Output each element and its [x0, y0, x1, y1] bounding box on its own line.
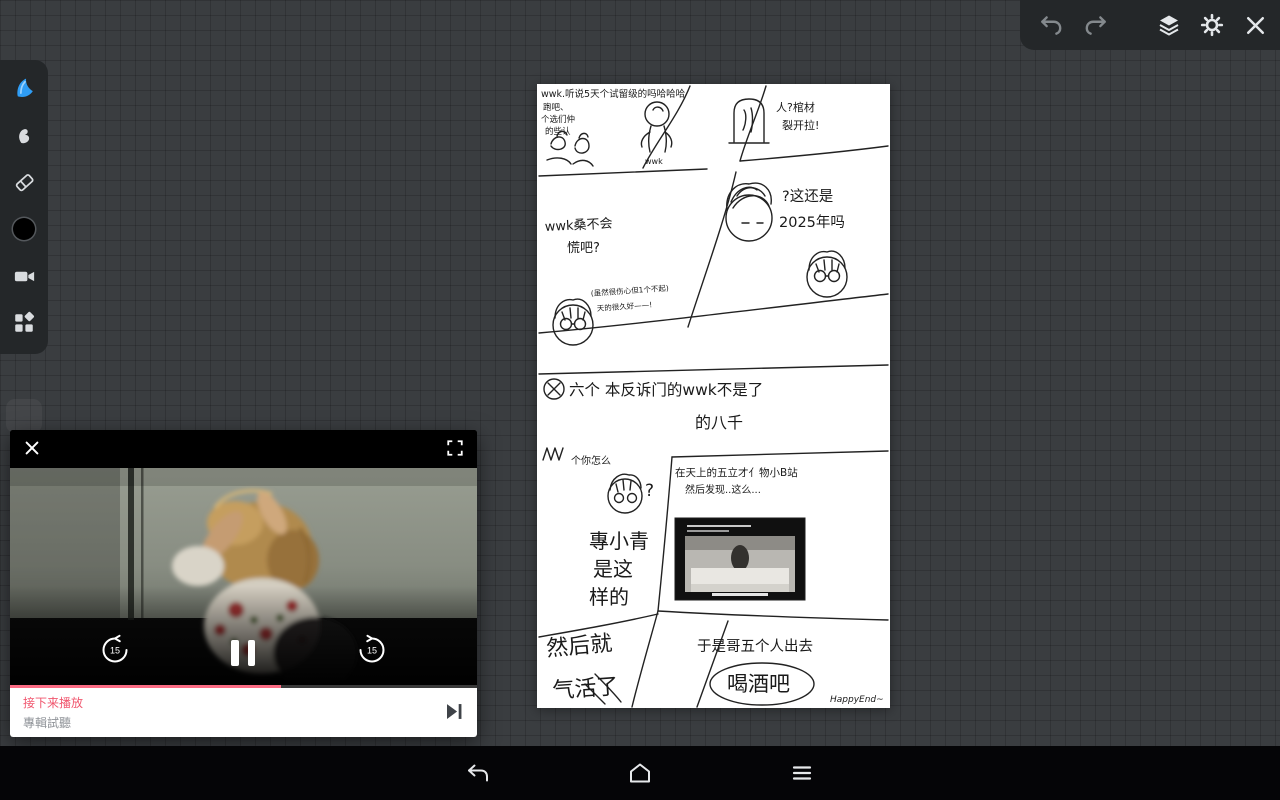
up-next-title: 專輯試聽: [23, 716, 72, 730]
comic-text: 慌吧?: [567, 241, 600, 256]
collapsed-panel[interactable]: [6, 399, 42, 433]
forward-15-icon: 15: [359, 634, 385, 663]
back-icon: [468, 764, 488, 782]
comic-text: ?这还是: [782, 188, 833, 205]
pause-bar: [231, 640, 239, 666]
comic-text: 在天上的五立才亻物小B站: [675, 466, 798, 479]
pip-close-button[interactable]: [23, 439, 41, 460]
home-button[interactable]: [627, 760, 653, 786]
video-camera-icon: [14, 271, 34, 281]
up-next-label: 接下来播放: [23, 696, 84, 710]
comic-text: 的些认: [545, 126, 571, 137]
drawing-canvas[interactable]: wwk.听说5天个试留级的吗哈哈哈 跑吧、 个选们仲 的些认 wwk 人?棺材 …: [537, 84, 890, 708]
record-tool-button[interactable]: [10, 262, 38, 290]
doodle-glasses-face: [806, 250, 848, 298]
video-player-window[interactable]: 15 15 接下来播放 專輯試聽: [10, 430, 477, 737]
doodle-messy-hair-head: [725, 182, 773, 242]
layers-icon: [1159, 15, 1179, 36]
eraser-tool-button[interactable]: [10, 168, 38, 196]
comic-text: 2025年吗: [779, 214, 845, 231]
comic-text: 人?棺材: [776, 100, 815, 114]
smudge-icon: [19, 129, 30, 144]
menu-icon: [792, 766, 812, 780]
video-frame[interactable]: 15 15: [10, 468, 477, 685]
up-next-bar: 接下来播放 專輯試聽: [10, 688, 477, 737]
comic-text: wwk: [645, 157, 663, 166]
gear-icon: [1200, 13, 1224, 37]
home-icon: [630, 763, 650, 783]
settings-button[interactable]: [1200, 11, 1224, 39]
comic-text: 是这: [593, 557, 633, 581]
doodle-tombstone: [728, 98, 770, 144]
layers-button[interactable]: [1157, 11, 1181, 39]
recents-button[interactable]: [789, 760, 815, 786]
undo-icon: [1041, 16, 1062, 35]
redo-icon: [1085, 16, 1106, 35]
comic-text: ?: [645, 481, 654, 501]
widgets-icon: [15, 311, 35, 332]
back-button[interactable]: [465, 760, 491, 786]
comic-text: 个你怎么: [571, 454, 611, 467]
forward-15-button[interactable]: 15: [356, 634, 388, 669]
comic-text: (虽然很伤心但1个不起): [590, 283, 669, 298]
doodle-x-circle: [543, 378, 565, 400]
comic-text: 然后就: [545, 631, 613, 662]
pip-fullscreen-button[interactable]: [446, 439, 464, 460]
smudge-tool-button[interactable]: [10, 121, 38, 149]
skip-next-icon: [447, 703, 462, 719]
undo-button[interactable]: [1038, 11, 1064, 39]
skip-next-button[interactable]: [447, 703, 464, 722]
eraser-icon: [15, 173, 34, 191]
doodle-squiggle: [542, 447, 564, 461]
comic-top-caption: wwk.听说5天个试留级的吗哈哈哈: [541, 88, 686, 100]
svg-text:15: 15: [110, 646, 120, 656]
comic-text: 喝酒吧: [727, 672, 790, 696]
redo-button[interactable]: [1083, 11, 1109, 39]
tool-sidebar: [0, 60, 48, 354]
widgets-tool-button[interactable]: [10, 309, 38, 337]
up-next-texts: 接下来播放 專輯試聽: [23, 694, 83, 731]
comic-text: wwk桑不会: [544, 216, 612, 235]
brush-logo-icon: [16, 78, 33, 97]
comic-text: 于是哥五个人出去: [697, 638, 813, 655]
comic-drawing: wwk.听说5天个试留级的吗哈哈哈 跑吧、 个选们仲 的些认 wwk 人?棺材 …: [538, 85, 889, 708]
doodle-question-face: [607, 473, 643, 514]
video-player-topbar: [10, 430, 477, 468]
comic-text: 气活了: [552, 674, 620, 704]
close-icon: [1246, 16, 1265, 34]
comic-text: 的八千: [695, 413, 743, 432]
pause-bar: [247, 640, 255, 666]
comic-text: 跑吧、: [543, 102, 569, 113]
comic-text: 然后发现..这么...: [685, 483, 761, 496]
comic-text: 裂开拉!: [782, 118, 819, 132]
comic-text-layer: wwk.听说5天个试留级的吗哈哈哈 跑吧、 个选们仲 的些认 wwk 人?棺材 …: [541, 88, 884, 705]
comic-text: 天的很久好——!: [596, 299, 652, 313]
current-color-swatch: [13, 218, 35, 240]
comic-video-thumbnail: [674, 517, 806, 601]
system-nav-bar: [0, 746, 1280, 800]
doodle-glasses-face-2: [552, 298, 594, 346]
rewind-15-icon: 15: [102, 634, 128, 663]
svg-text:15: 15: [367, 646, 377, 656]
comic-text: 个选们仲: [541, 114, 575, 125]
app-screen: wwk.听说5天个试留级的吗哈哈哈 跑吧、 个选们仲 的些认 wwk 人?棺材 …: [0, 0, 1280, 800]
top-toolbar: [1020, 0, 1280, 50]
close-app-button[interactable]: [1243, 11, 1268, 39]
fullscreen-icon: [447, 439, 463, 456]
rewind-15-button[interactable]: 15: [99, 634, 131, 669]
pause-button[interactable]: [231, 640, 255, 666]
comic-text: 六个 本反诉门的wwk不是了: [569, 381, 763, 399]
comic-signature: HappyEnd~: [830, 695, 884, 705]
brush-tool-button[interactable]: [10, 74, 38, 102]
color-swatch-button[interactable]: [10, 215, 38, 243]
comic-text: 样的: [589, 585, 629, 609]
comic-text: 專小青: [589, 529, 649, 553]
close-icon: [25, 441, 39, 454]
